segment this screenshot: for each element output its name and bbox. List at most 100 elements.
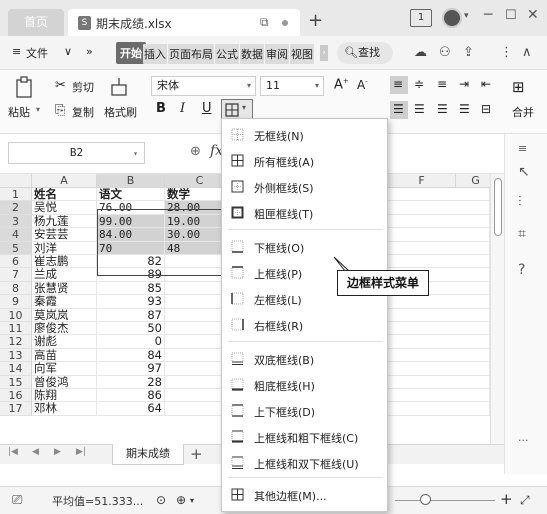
- first-sheet-icon[interactable]: |◀: [8, 447, 18, 457]
- align-bottom-icon[interactable]: ≡: [437, 77, 447, 91]
- underline-button[interactable]: U: [202, 101, 212, 116]
- border-menu-item[interactable]: 无框线(N): [222, 123, 387, 147]
- grid-cell[interactable]: 86: [97, 389, 165, 403]
- crop-icon[interactable]: ⌗: [518, 226, 526, 242]
- grid-cell[interactable]: 93: [97, 295, 165, 309]
- row-header[interactable]: 10: [0, 308, 32, 322]
- collapse-ribbon-icon[interactable]: ∧: [522, 45, 532, 60]
- row-header[interactable]: 9: [0, 295, 32, 309]
- grid-cell[interactable]: 85: [97, 281, 165, 296]
- grid-cell[interactable]: 76.00: [97, 201, 165, 215]
- search-button[interactable]: 🔍︎查找: [337, 42, 393, 64]
- indent-icon[interactable]: ⇥: [459, 77, 469, 91]
- grid-cell[interactable]: 70: [97, 241, 165, 255]
- zoom-in-button[interactable]: +: [500, 490, 513, 508]
- border-menu-item[interactable]: 双底框线(B): [222, 347, 387, 371]
- border-menu-item[interactable]: 右框线(R): [222, 313, 387, 337]
- fullscreen-icon[interactable]: ⤢: [520, 493, 530, 508]
- column-header-g[interactable]: G: [456, 174, 490, 188]
- grid-cell[interactable]: 50: [97, 322, 165, 336]
- zoom-slider-track[interactable]: [395, 500, 495, 501]
- scrollbar-thumb[interactable]: [494, 178, 502, 236]
- outdent-icon[interactable]: ⇤: [481, 77, 491, 91]
- grid-cell[interactable]: 89: [97, 268, 165, 282]
- hamburger-icon[interactable]: ≡: [12, 45, 21, 58]
- grid-cell[interactable]: 向军: [32, 362, 97, 376]
- chevron-down-icon[interactable]: ▾: [190, 496, 194, 505]
- border-menu-item[interactable]: 上框线和粗下框线(C): [222, 425, 387, 449]
- vertical-scrollbar[interactable]: [490, 174, 504, 444]
- row-header[interactable]: 12: [0, 335, 32, 349]
- last-sheet-icon[interactable]: ▶|: [76, 447, 86, 457]
- tab-document[interactable]: S 期末成绩.xlsx ⧉: [68, 9, 300, 36]
- align-center-icon[interactable]: ☰: [414, 102, 425, 116]
- tab-review[interactable]: 审阅: [265, 44, 289, 64]
- column-header-b[interactable]: B: [97, 174, 165, 188]
- more-menus-button[interactable]: »: [86, 45, 93, 58]
- name-box[interactable]: B2 ▾: [8, 142, 145, 164]
- font-size-select[interactable]: 11 ▾: [260, 76, 324, 96]
- eye-protect-icon[interactable]: ⊙: [156, 493, 166, 507]
- monitor-icon[interactable]: ⧉: [260, 15, 269, 30]
- close-button[interactable]: ✕: [527, 7, 539, 23]
- maximize-button[interactable]: ☐: [505, 8, 517, 23]
- cursor-icon[interactable]: ↖: [518, 164, 530, 180]
- row-header[interactable]: 4: [0, 228, 32, 242]
- tab-view[interactable]: 视图: [290, 44, 314, 64]
- settings-sliders-icon[interactable]: ⫶: [518, 194, 522, 210]
- share-user-icon[interactable]: ⚇: [439, 45, 451, 60]
- tab-formulas[interactable]: 公式: [215, 44, 239, 64]
- window-count-badge[interactable]: 1: [410, 9, 432, 27]
- grid-cell[interactable]: 廖俊杰: [32, 322, 97, 336]
- more-options-icon[interactable]: ⋮: [500, 45, 513, 60]
- paste-button[interactable]: 粘贴: [8, 104, 30, 120]
- file-menu[interactable]: 文件: [26, 45, 48, 61]
- grid-cell[interactable]: 安芸芸: [32, 228, 97, 242]
- next-sheet-icon[interactable]: ▶: [54, 447, 61, 457]
- grid-cell[interactable]: 97: [97, 362, 165, 376]
- grid-cell[interactable]: 语文: [97, 188, 165, 202]
- row-header[interactable]: 13: [0, 348, 32, 363]
- minimize-button[interactable]: ─: [484, 7, 492, 23]
- grid-cell[interactable]: 87: [97, 308, 165, 322]
- copy-icon[interactable]: ⎘: [55, 103, 65, 118]
- grid-cell[interactable]: 秦霞: [32, 295, 97, 309]
- input-method-icon[interactable]: ⊕: [176, 493, 186, 507]
- border-menu-item[interactable]: 所有框线(A): [222, 149, 387, 173]
- border-menu-item[interactable]: 外侧框线(S): [222, 175, 387, 199]
- row-header[interactable]: 7: [0, 268, 32, 282]
- tab-home[interactable]: 首页: [8, 9, 64, 36]
- justify-icon[interactable]: ☰: [459, 102, 470, 116]
- zoom-slider-handle[interactable]: [420, 494, 431, 505]
- row-header[interactable]: 8: [0, 281, 32, 296]
- grid-cell[interactable]: 高苗: [32, 348, 97, 363]
- grid-cell[interactable]: 邓林: [32, 402, 97, 416]
- row-header[interactable]: 2: [0, 201, 32, 215]
- scroll-tabs-right-button[interactable]: ›: [320, 45, 328, 61]
- grid-cell[interactable]: 姓名: [32, 188, 97, 202]
- cut-button[interactable]: 剪切: [72, 79, 94, 95]
- row-header[interactable]: 1: [0, 188, 32, 202]
- cloud-sync-icon[interactable]: ☁: [414, 45, 427, 60]
- grid-cell[interactable]: 吴悦: [32, 201, 97, 215]
- grid-cell[interactable]: 杨九莲: [32, 214, 97, 229]
- grid-cell[interactable]: 84: [97, 348, 165, 363]
- upload-icon[interactable]: ⇪: [463, 45, 474, 60]
- border-menu-item[interactable]: 其他边框(M)...: [222, 483, 387, 507]
- grid-cell[interactable]: 谢彪: [32, 335, 97, 349]
- copy-button[interactable]: 复制: [72, 104, 94, 120]
- grid-cell[interactable]: 28: [97, 375, 165, 389]
- macro-icon[interactable]: ⎚: [12, 493, 22, 508]
- row-header[interactable]: 11: [0, 322, 32, 336]
- chevron-down-icon[interactable]: ▾: [464, 11, 469, 21]
- decrease-font-size-button[interactable]: A-: [357, 78, 368, 92]
- align-right-icon[interactable]: ☰: [437, 102, 448, 116]
- add-sheet-button[interactable]: +: [190, 445, 203, 463]
- grid-cell[interactable]: 99.00: [97, 214, 165, 229]
- collapse-pane-icon[interactable]: ≡: [518, 142, 527, 155]
- border-menu-item[interactable]: 粗匣框线(T): [222, 201, 387, 225]
- column-header-f[interactable]: F: [388, 174, 456, 188]
- row-header[interactable]: 15: [0, 375, 32, 389]
- new-tab-button[interactable]: +: [308, 10, 323, 31]
- grid-cell[interactable]: 崔志鹏: [32, 255, 97, 269]
